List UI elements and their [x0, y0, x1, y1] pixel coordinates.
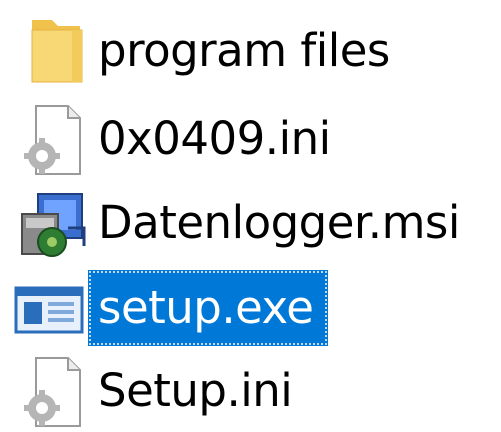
file-item-0x0409-ini[interactable]: 0x0409.ini: [0, 100, 501, 180]
file-item-setup-exe[interactable]: setup.exe: [0, 268, 501, 348]
file-name: program files: [98, 24, 390, 77]
file-item-program-files[interactable]: program files: [0, 12, 501, 92]
file-name: 0x0409.ini: [98, 112, 331, 165]
settings-file-icon: [8, 356, 88, 428]
application-window-icon: [8, 272, 88, 344]
file-item-datenlogger-msi[interactable]: Datenlogger.msi: [0, 184, 501, 264]
settings-file-icon: [8, 104, 88, 176]
file-name: Datenlogger.msi: [98, 196, 460, 249]
file-name: Setup.ini: [98, 364, 293, 417]
file-name: setup.exe: [88, 270, 328, 346]
folder-icon: [8, 16, 88, 88]
installer-package-icon: [8, 188, 88, 260]
file-item-setup-ini[interactable]: Setup.ini: [0, 352, 501, 432]
file-list: program files 0x0409.ini Datenlogger.msi…: [0, 0, 501, 432]
